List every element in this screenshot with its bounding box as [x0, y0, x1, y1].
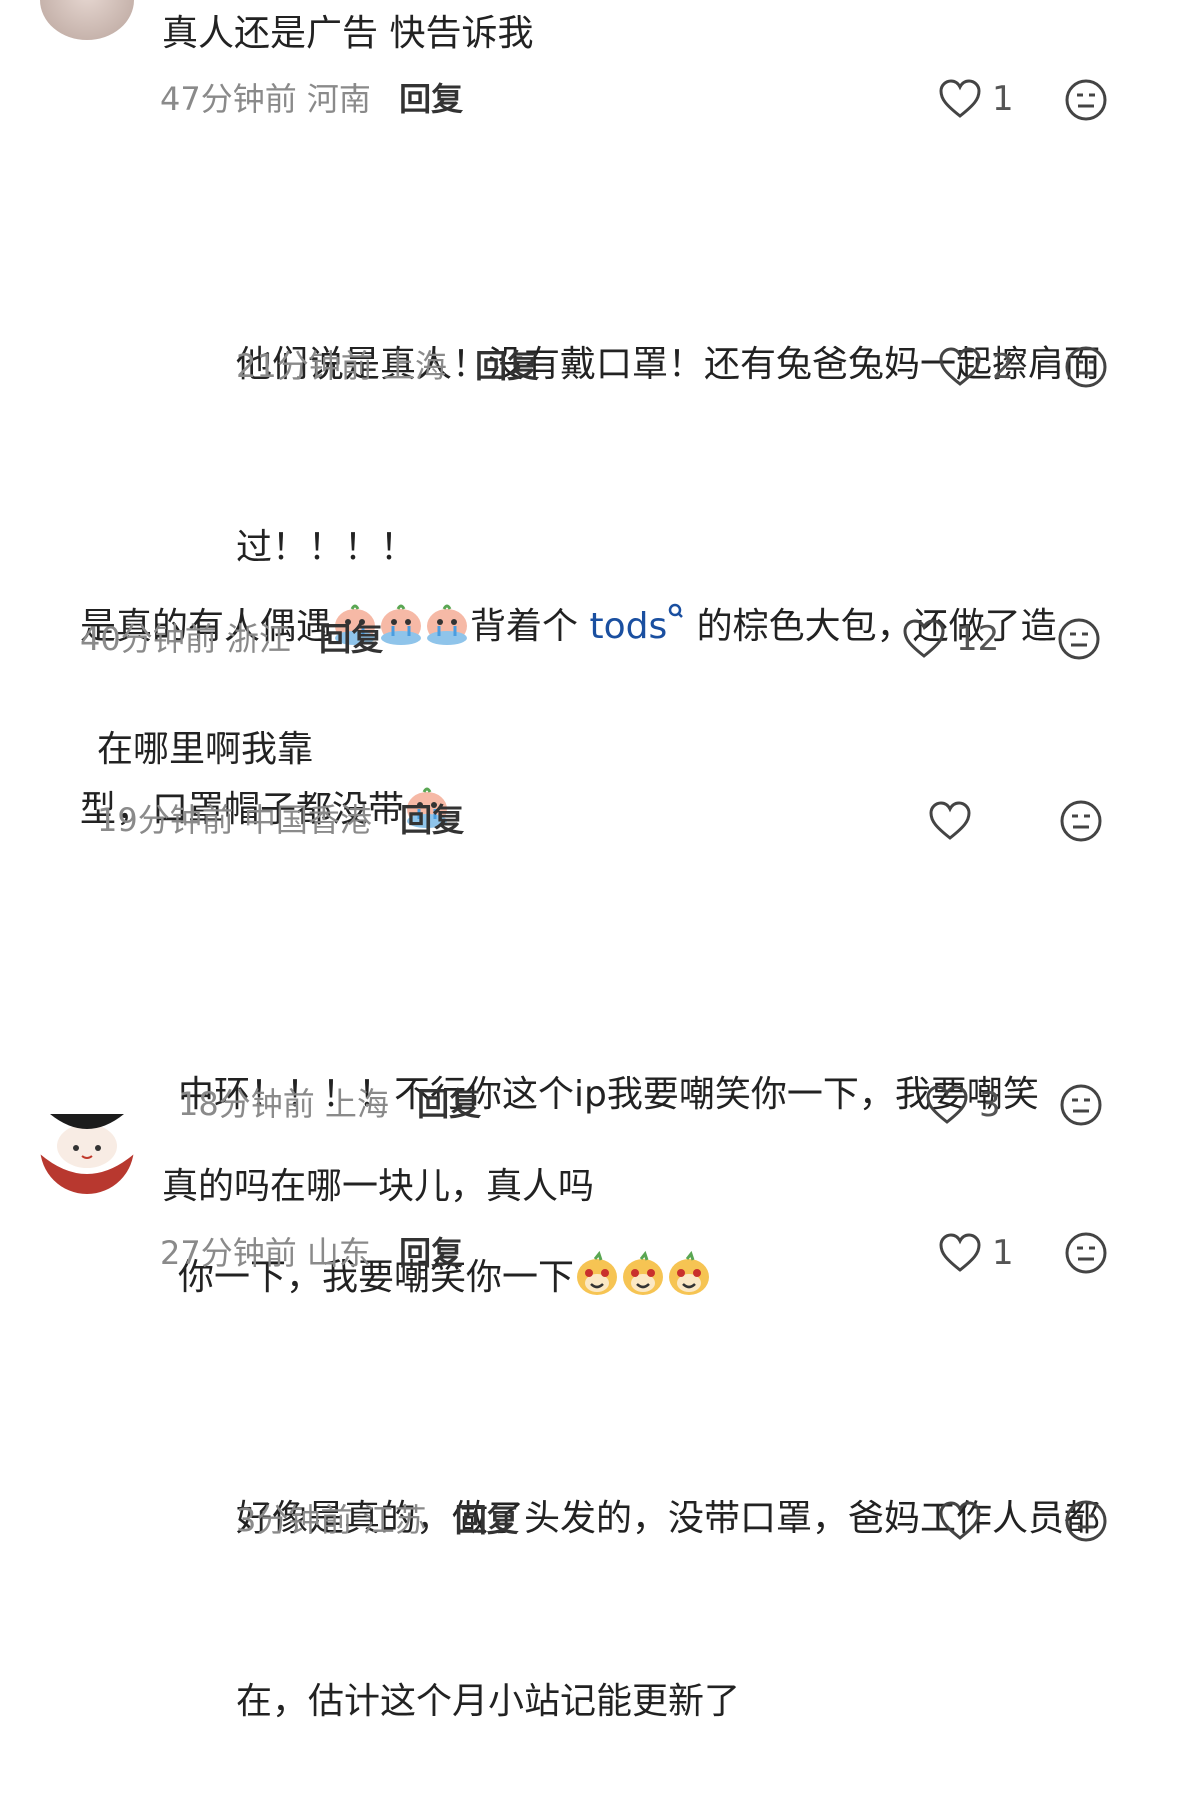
neutral-face-icon [1064, 79, 1108, 126]
comment-meta: 27分钟前 山东 回复 [160, 1233, 463, 1273]
location: 河南 [306, 80, 371, 118]
like-button[interactable]: 3 [925, 1083, 1001, 1127]
like-button[interactable]: 2 [938, 345, 1014, 389]
dislike-button[interactable] [1064, 78, 1108, 122]
laughing-face-emoji [574, 1250, 620, 1297]
avatar[interactable] [40, 1114, 134, 1194]
comment-meta: 21分钟前 上海 回复 [236, 346, 539, 386]
like-count: 1 [992, 79, 1014, 119]
comment-text: 真人还是广告 快告诉我 [162, 13, 534, 54]
avatar[interactable] [40, 0, 134, 40]
heart-outline-icon [938, 1501, 982, 1541]
reply-button[interactable]: 回复 [475, 347, 539, 385]
location: 上海 [382, 347, 447, 385]
heart-outline-icon [938, 1233, 982, 1273]
like-button[interactable]: 1 [938, 1231, 1014, 1275]
timestamp: 19分钟前 [97, 801, 234, 839]
like-button[interactable]: 1 [938, 77, 1014, 121]
heart-outline-icon [938, 79, 982, 119]
reply-button[interactable]: 回复 [399, 80, 463, 118]
location: 浙江 [226, 620, 291, 658]
comment-meta: 3分钟前 江苏 回复 [236, 1500, 519, 1540]
comment-text-part: 的棕色大包，还做了造 [685, 606, 1057, 647]
like-count: 12 [956, 619, 1000, 659]
timestamp: 47分钟前 [160, 80, 297, 118]
dislike-button[interactable] [1057, 617, 1101, 661]
crying-face-emoji [378, 600, 424, 646]
reply-button[interactable]: 回复 [319, 620, 383, 658]
neutral-face-icon [1059, 1084, 1103, 1131]
heart-outline-icon [925, 1085, 969, 1125]
timestamp: 40分钟前 [80, 620, 217, 658]
dislike-button[interactable] [1064, 345, 1108, 389]
heart-outline-icon [902, 619, 946, 659]
reply-button[interactable]: 回复 [399, 1234, 463, 1272]
reply-button[interactable]: 回复 [400, 801, 464, 839]
comment-line: 在，估计这个月小站记能更新了 [236, 1681, 741, 1722]
crying-face-emoji [424, 600, 470, 646]
like-count: 3 [979, 1085, 1001, 1125]
like-button[interactable]: 12 [902, 617, 999, 661]
reply-button[interactable]: 回复 [417, 1085, 481, 1123]
neutral-face-icon [1057, 618, 1101, 665]
comment-meta: 19分钟前 中国香港 回复 [97, 800, 464, 840]
dislike-button[interactable] [1064, 1499, 1108, 1543]
heart-outline-icon [928, 801, 972, 841]
comment-meta: 18分钟前 上海 回复 [178, 1084, 481, 1124]
timestamp: 3分钟前 [236, 1501, 353, 1539]
laughing-face-emoji [620, 1250, 666, 1297]
reply-button[interactable]: 回复 [455, 1501, 519, 1539]
comment-text: 在哪里啊我靠 [97, 729, 314, 770]
timestamp: 18分钟前 [178, 1085, 315, 1123]
dislike-button[interactable] [1059, 1083, 1103, 1127]
timestamp: 27分钟前 [160, 1234, 297, 1272]
heart-outline-icon [938, 347, 982, 387]
search-icon[interactable] [667, 603, 685, 647]
like-count: 1 [992, 1233, 1014, 1273]
dislike-button[interactable] [1064, 1231, 1108, 1275]
comment-meta: 40分钟前 浙江 回复 [80, 619, 383, 659]
location: 江苏 [362, 1501, 427, 1539]
neutral-face-icon [1064, 1232, 1108, 1279]
like-count: 2 [992, 347, 1014, 387]
neutral-face-icon [1064, 346, 1108, 393]
comment-text: 真的吗在哪一块儿，真人吗 [162, 1166, 595, 1207]
dislike-button[interactable] [1059, 799, 1103, 843]
neutral-face-icon [1064, 1500, 1108, 1547]
comment-meta: 47分钟前 河南 回复 [160, 79, 463, 119]
comment-text-part: 背着个 [470, 606, 579, 647]
search-link[interactable]: tods [589, 606, 667, 647]
neutral-face-icon [1059, 800, 1103, 847]
like-button[interactable] [938, 1499, 992, 1543]
location: 上海 [324, 1085, 389, 1123]
location: 山东 [306, 1234, 371, 1272]
like-button[interactable] [928, 799, 982, 843]
timestamp: 21分钟前 [236, 347, 373, 385]
comment-text: 好像是真的，做了头发的，没带口罩，爸妈工作人员都 在，估计这个月小站记能更新了 [236, 1366, 1100, 1793]
laughing-face-emoji [666, 1250, 712, 1297]
location: 中国香港 [243, 801, 372, 839]
